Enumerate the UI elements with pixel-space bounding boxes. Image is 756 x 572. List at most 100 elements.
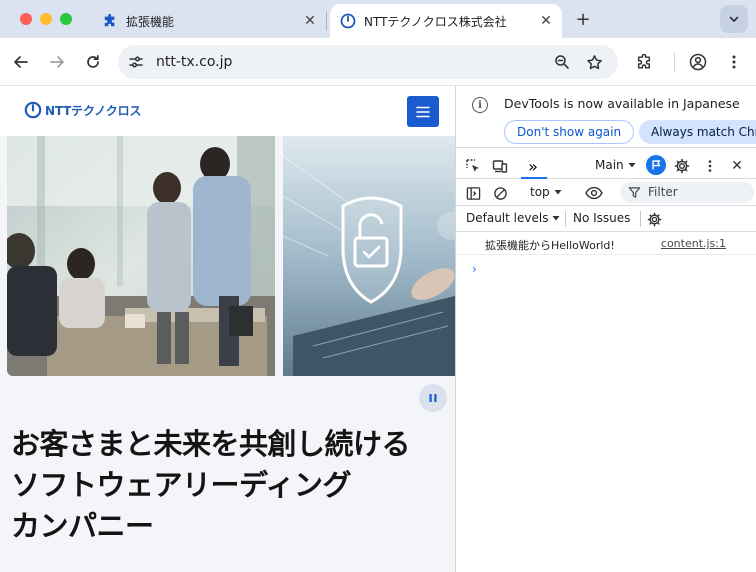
pause-icon bbox=[429, 394, 437, 402]
close-tab-icon[interactable]: ✕ bbox=[300, 11, 320, 31]
devtools-menu-button[interactable] bbox=[700, 156, 720, 176]
tab-ntt[interactable]: NTTテクノクロス株式会社 ✕ bbox=[330, 4, 562, 38]
infobar-message: DevTools is now available in Japanese bbox=[504, 96, 740, 111]
team-meeting-photo bbox=[7, 136, 275, 376]
filter-placeholder: Filter bbox=[648, 185, 678, 199]
puzzle-icon bbox=[102, 13, 118, 29]
info-icon: i bbox=[472, 97, 488, 113]
site-header: NTTテクノクロス bbox=[0, 86, 455, 136]
account-icon bbox=[689, 53, 707, 71]
reload-button[interactable] bbox=[81, 50, 105, 74]
chevron-down-icon bbox=[729, 16, 739, 22]
hero-carousel bbox=[7, 136, 455, 376]
levels-label: Default levels bbox=[466, 211, 549, 225]
context-label: top bbox=[530, 185, 550, 199]
target-selector[interactable]: Main bbox=[595, 158, 636, 172]
toolbar-divider bbox=[640, 211, 641, 227]
live-expression-button[interactable] bbox=[584, 183, 604, 203]
arrow-right-icon bbox=[50, 56, 64, 68]
headline-line: お客さまと未来を共創し続ける bbox=[11, 427, 411, 461]
devtools-panel: i DevTools is now available in Japanese … bbox=[455, 86, 756, 572]
hero-headline: お客さまと未来を共創し続ける ソフトウェアリーディング カンパニー bbox=[11, 424, 451, 547]
close-devtools-button[interactable]: ✕ bbox=[727, 156, 747, 176]
carousel-pause-button[interactable] bbox=[419, 384, 447, 412]
forward-button[interactable] bbox=[45, 50, 69, 74]
browser-window: 拡張機能 ✕ NTTテクノクロス株式会社 ✕ + ntt-tx.co.jp NT… bbox=[0, 0, 756, 572]
tab-separator bbox=[326, 12, 327, 30]
tab-search-button[interactable] bbox=[720, 5, 748, 33]
toolbar-divider bbox=[674, 52, 675, 72]
ntt-favicon-icon bbox=[340, 13, 356, 29]
filter-icon bbox=[628, 187, 641, 198]
browser-toolbar: ntt-tx.co.jp bbox=[0, 38, 756, 86]
issues-counter[interactable]: No Issues bbox=[573, 211, 630, 225]
caret-down-icon bbox=[552, 216, 560, 221]
more-tabs-button[interactable]: » bbox=[523, 156, 543, 176]
zoom-icon[interactable] bbox=[552, 52, 572, 72]
browser-menu-button[interactable] bbox=[722, 50, 746, 74]
close-window-button[interactable] bbox=[20, 13, 32, 25]
console-prompt[interactable]: › bbox=[472, 262, 477, 276]
profile-button[interactable] bbox=[686, 50, 710, 74]
toolbar-divider bbox=[565, 211, 566, 227]
ntt-logo-icon bbox=[24, 101, 42, 119]
minimize-window-button[interactable] bbox=[40, 13, 52, 25]
page-viewport: NTTテクノクロス お客さまと未来を共創し続ける ソフトウェアリーディング カン… bbox=[0, 86, 455, 572]
always-match-language-button[interactable]: Always match Chrome's language bbox=[639, 120, 756, 144]
dont-show-again-button[interactable]: Don't show again bbox=[504, 120, 635, 144]
headline-line: ソフトウェアリーディング bbox=[11, 468, 351, 502]
puzzle-icon bbox=[637, 53, 650, 69]
context-selector[interactable]: top bbox=[530, 185, 562, 199]
tab-title: NTTテクノクロス株式会社 bbox=[364, 14, 507, 29]
bookmark-star-icon[interactable] bbox=[584, 52, 604, 72]
gear-icon bbox=[674, 158, 690, 174]
security-lock-photo bbox=[283, 136, 455, 376]
new-tab-button[interactable]: + bbox=[572, 8, 594, 30]
active-tab-indicator bbox=[521, 177, 547, 179]
gear-icon bbox=[647, 212, 661, 226]
issues-badge-button[interactable] bbox=[646, 155, 666, 175]
log-levels-dropdown[interactable]: Default levels bbox=[466, 211, 560, 225]
cursor-select-icon bbox=[466, 159, 479, 172]
log-source-link[interactable]: content.js:1 bbox=[661, 237, 726, 250]
devtools-tab-bar: » Main ✕ bbox=[456, 153, 756, 179]
console-toolbar: top Filter bbox=[456, 180, 756, 206]
caret-down-icon bbox=[628, 163, 636, 168]
target-label: Main bbox=[595, 158, 624, 172]
reload-icon bbox=[87, 54, 99, 68]
console-log-row: 拡張機能からHelloWorld! content.js:1 bbox=[456, 233, 756, 255]
tab-strip: 拡張機能 ✕ NTTテクノクロス株式会社 ✕ + bbox=[0, 0, 756, 38]
url-text[interactable]: ntt-tx.co.jp bbox=[156, 54, 232, 70]
language-infobar: i DevTools is now available in Japanese … bbox=[456, 86, 756, 148]
device-icon bbox=[492, 160, 508, 173]
maximize-window-button[interactable] bbox=[60, 13, 72, 25]
headline-line: カンパニー bbox=[11, 509, 154, 543]
tab-extensions[interactable]: 拡張機能 ✕ bbox=[92, 4, 326, 38]
site-info-icon[interactable] bbox=[126, 52, 146, 72]
device-toolbar-button[interactable] bbox=[490, 156, 510, 176]
console-levels-bar: Default levels No Issues bbox=[456, 206, 756, 232]
console-filter-input[interactable]: Filter bbox=[620, 182, 754, 203]
sidebar-icon bbox=[466, 186, 480, 200]
eye-icon bbox=[585, 186, 603, 200]
menu-button[interactable] bbox=[407, 96, 439, 127]
clear-console-button[interactable] bbox=[490, 183, 510, 203]
extensions-button[interactable] bbox=[632, 50, 656, 74]
address-bar[interactable]: ntt-tx.co.jp bbox=[118, 45, 618, 79]
more-vertical-icon bbox=[708, 160, 712, 172]
site-logo[interactable]: NTTテクノクロス bbox=[24, 101, 141, 119]
inspect-element-button[interactable] bbox=[463, 156, 483, 176]
arrow-left-icon bbox=[14, 56, 28, 68]
caret-down-icon bbox=[554, 190, 562, 195]
more-vertical-icon bbox=[732, 55, 736, 69]
back-button[interactable] bbox=[9, 50, 33, 74]
logo-text: NTTテクノクロス bbox=[45, 103, 142, 118]
flag-icon bbox=[652, 160, 661, 170]
close-tab-icon[interactable]: ✕ bbox=[536, 11, 556, 31]
tab-title: 拡張機能 bbox=[126, 14, 175, 29]
log-message: 拡張機能からHelloWorld! bbox=[485, 239, 615, 252]
block-icon bbox=[493, 186, 507, 200]
devtools-settings-button[interactable] bbox=[672, 156, 692, 176]
console-settings-button[interactable] bbox=[644, 209, 664, 229]
sidebar-toggle-button[interactable] bbox=[463, 183, 483, 203]
